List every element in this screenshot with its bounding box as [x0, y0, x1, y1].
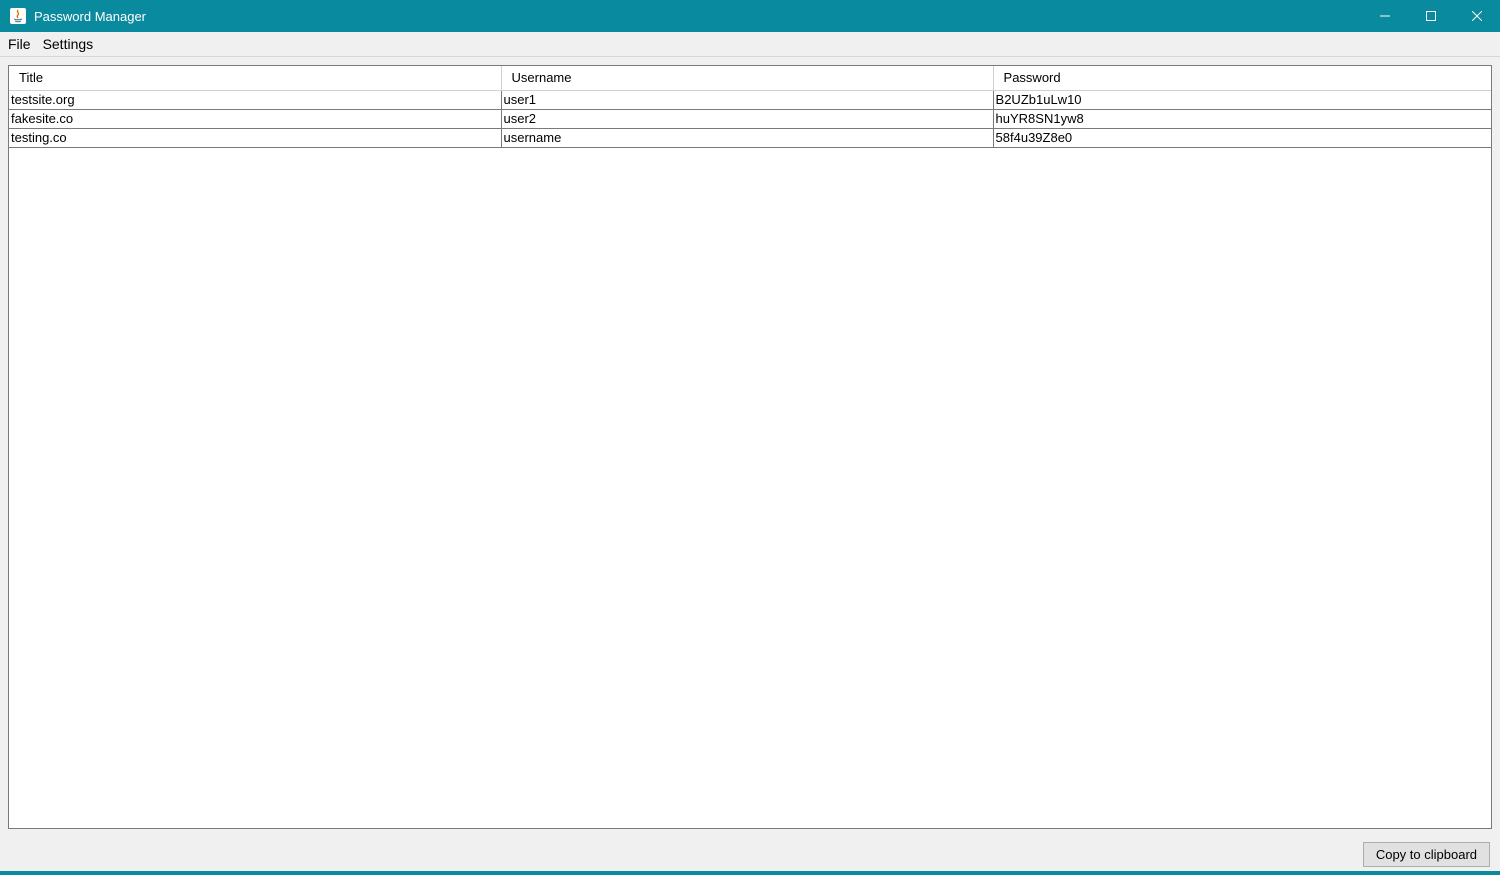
col-header-password[interactable]: Password	[993, 66, 1491, 90]
title-bar[interactable]: Password Manager	[0, 0, 1500, 32]
menu-settings[interactable]: Settings	[37, 34, 100, 54]
table-row[interactable]: fakesite.couser2huYR8SN1yw8	[9, 109, 1491, 128]
cell-title[interactable]: fakesite.co	[9, 109, 501, 128]
col-header-username[interactable]: Username	[501, 66, 993, 90]
table-header-row: Title Username Password	[9, 66, 1491, 90]
maximize-button[interactable]	[1408, 0, 1454, 32]
table-row[interactable]: testing.cousername58f4u39Z8e0	[9, 128, 1491, 147]
cell-title[interactable]: testsite.org	[9, 90, 501, 109]
password-table: Title Username Password testsite.orguser…	[9, 66, 1491, 148]
window-bottom-edge	[0, 871, 1500, 875]
cell-title[interactable]: testing.co	[9, 128, 501, 147]
close-button[interactable]	[1454, 0, 1500, 32]
col-header-title[interactable]: Title	[9, 66, 501, 90]
cell-username[interactable]: user2	[501, 109, 993, 128]
cell-username[interactable]: user1	[501, 90, 993, 109]
content-area: Title Username Password testsite.orguser…	[0, 57, 1500, 837]
cell-password[interactable]: B2UZb1uLw10	[993, 90, 1491, 109]
cell-username[interactable]: username	[501, 128, 993, 147]
table-row[interactable]: testsite.orguser1B2UZb1uLw10	[9, 90, 1491, 109]
copy-to-clipboard-button[interactable]: Copy to clipboard	[1363, 842, 1490, 867]
password-table-container: Title Username Password testsite.orguser…	[8, 65, 1492, 829]
cell-password[interactable]: 58f4u39Z8e0	[993, 128, 1491, 147]
bottom-bar: Copy to clipboard	[0, 837, 1500, 871]
java-app-icon	[10, 8, 26, 24]
window-title: Password Manager	[34, 9, 146, 24]
table-body: testsite.orguser1B2UZb1uLw10fakesite.cou…	[9, 90, 1491, 147]
menu-file[interactable]: File	[2, 34, 37, 54]
app-window: Password Manager File Settings	[0, 0, 1500, 875]
cell-password[interactable]: huYR8SN1yw8	[993, 109, 1491, 128]
minimize-button[interactable]	[1362, 0, 1408, 32]
menu-bar: File Settings	[0, 32, 1500, 57]
